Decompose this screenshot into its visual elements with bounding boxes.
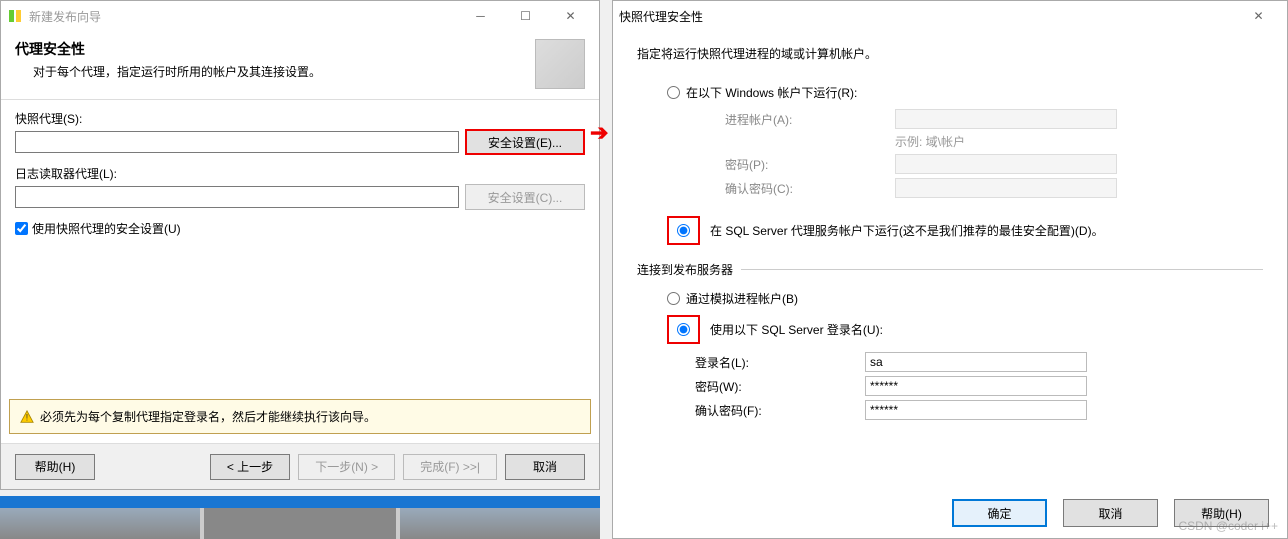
connect-publisher-fieldset: 连接到发布服务器 通过模拟进程帐户(B) 使用以下 SQL Server 登录名… bbox=[637, 261, 1263, 424]
dialog-titlebar: 快照代理安全性 ✕ bbox=[613, 1, 1287, 31]
titlebar: 新建发布向导 ─ ☐ ✕ bbox=[1, 1, 599, 31]
impersonate-radio[interactable] bbox=[667, 292, 680, 305]
dialog-help-button[interactable]: 帮助(H) bbox=[1174, 499, 1269, 527]
svg-text:!: ! bbox=[26, 412, 28, 422]
ok-button[interactable]: 确定 bbox=[952, 499, 1047, 527]
warning-text: 必须先为每个复制代理指定登录名，然后才能继续执行该向导。 bbox=[40, 408, 376, 425]
login-name-label: 登录名(L): bbox=[695, 354, 855, 371]
logreader-agent-label: 日志读取器代理(L): bbox=[15, 165, 585, 182]
snapshot-agent-input[interactable] bbox=[15, 131, 459, 153]
windows-account-radio[interactable] bbox=[667, 86, 680, 99]
annotation-highlight-1 bbox=[667, 216, 700, 245]
confirm-password-input bbox=[895, 178, 1117, 198]
annotation-arrow: ➔ bbox=[590, 120, 608, 146]
use-snapshot-security-label: 使用快照代理的安全设置(U) bbox=[32, 220, 181, 237]
sql-login-radio[interactable] bbox=[677, 323, 690, 336]
sql-agent-label: 在 SQL Server 代理服务帐户下运行(这不是我们推荐的最佳安全配置)(D… bbox=[710, 222, 1104, 239]
dialog-close-button[interactable]: ✕ bbox=[1236, 2, 1281, 30]
header-graphic bbox=[535, 39, 585, 89]
background-decoration bbox=[0, 496, 600, 539]
security-dialog: 快照代理安全性 ✕ 指定将运行快照代理进程的域或计算机帐户。 在以下 Windo… bbox=[612, 0, 1288, 539]
process-account-label: 进程帐户(A): bbox=[725, 111, 885, 128]
help-button[interactable]: 帮助(H) bbox=[15, 454, 95, 480]
logreader-agent-input[interactable] bbox=[15, 186, 459, 208]
login-password-label: 密码(W): bbox=[695, 378, 855, 395]
login-confirm-label: 确认密码(F): bbox=[695, 402, 855, 419]
next-button: 下一步(N) > bbox=[298, 454, 395, 480]
account-hint: 示例: 域\帐户 bbox=[895, 133, 965, 150]
warning-icon: ! bbox=[20, 410, 34, 424]
login-confirm-input[interactable] bbox=[865, 400, 1087, 420]
page-subtitle: 对于每个代理，指定运行时所用的帐户及其连接设置。 bbox=[15, 63, 535, 80]
process-account-input bbox=[895, 109, 1117, 129]
wizard-footer: 帮助(H) < 上一步 下一步(N) > 完成(F) >>| 取消 bbox=[1, 443, 599, 489]
back-button[interactable]: < 上一步 bbox=[210, 454, 290, 480]
login-name-input[interactable] bbox=[865, 352, 1087, 372]
dialog-description: 指定将运行快照代理进程的域或计算机帐户。 bbox=[637, 45, 1263, 62]
windows-account-label: 在以下 Windows 帐户下运行(R): bbox=[686, 84, 857, 101]
minimize-button[interactable]: ─ bbox=[458, 2, 503, 30]
dialog-cancel-button[interactable]: 取消 bbox=[1063, 499, 1158, 527]
login-password-input[interactable] bbox=[865, 376, 1087, 396]
use-snapshot-security-checkbox[interactable] bbox=[15, 222, 28, 235]
app-icon bbox=[7, 8, 23, 24]
close-button[interactable]: ✕ bbox=[548, 2, 593, 30]
page-title: 代理安全性 bbox=[15, 39, 535, 59]
password-label: 密码(P): bbox=[725, 156, 885, 173]
dialog-footer: 确定 取消 帮助(H) bbox=[613, 488, 1287, 538]
fieldset-legend: 连接到发布服务器 bbox=[637, 261, 741, 278]
sql-login-label: 使用以下 SQL Server 登录名(U): bbox=[710, 321, 883, 338]
finish-button: 完成(F) >>| bbox=[403, 454, 497, 480]
password-input bbox=[895, 154, 1117, 174]
security-settings-e-button[interactable]: 安全设置(E)... bbox=[465, 129, 585, 155]
dialog-title: 快照代理安全性 bbox=[619, 8, 1236, 25]
snapshot-agent-label: 快照代理(S): bbox=[15, 110, 585, 127]
confirm-password-label: 确认密码(C): bbox=[725, 180, 885, 197]
warning-bar: ! 必须先为每个复制代理指定登录名，然后才能继续执行该向导。 bbox=[9, 399, 591, 434]
sql-agent-radio[interactable] bbox=[677, 224, 690, 237]
annotation-highlight-2 bbox=[667, 315, 700, 344]
security-settings-c-button: 安全设置(C)... bbox=[465, 184, 585, 210]
maximize-button[interactable]: ☐ bbox=[503, 2, 548, 30]
window-title: 新建发布向导 bbox=[29, 8, 458, 25]
wizard-window: 新建发布向导 ─ ☐ ✕ 代理安全性 对于每个代理，指定运行时所用的帐户及其连接… bbox=[0, 0, 600, 490]
wizard-header: 代理安全性 对于每个代理，指定运行时所用的帐户及其连接设置。 bbox=[1, 31, 599, 100]
cancel-button[interactable]: 取消 bbox=[505, 454, 585, 480]
impersonate-label: 通过模拟进程帐户(B) bbox=[686, 290, 798, 307]
